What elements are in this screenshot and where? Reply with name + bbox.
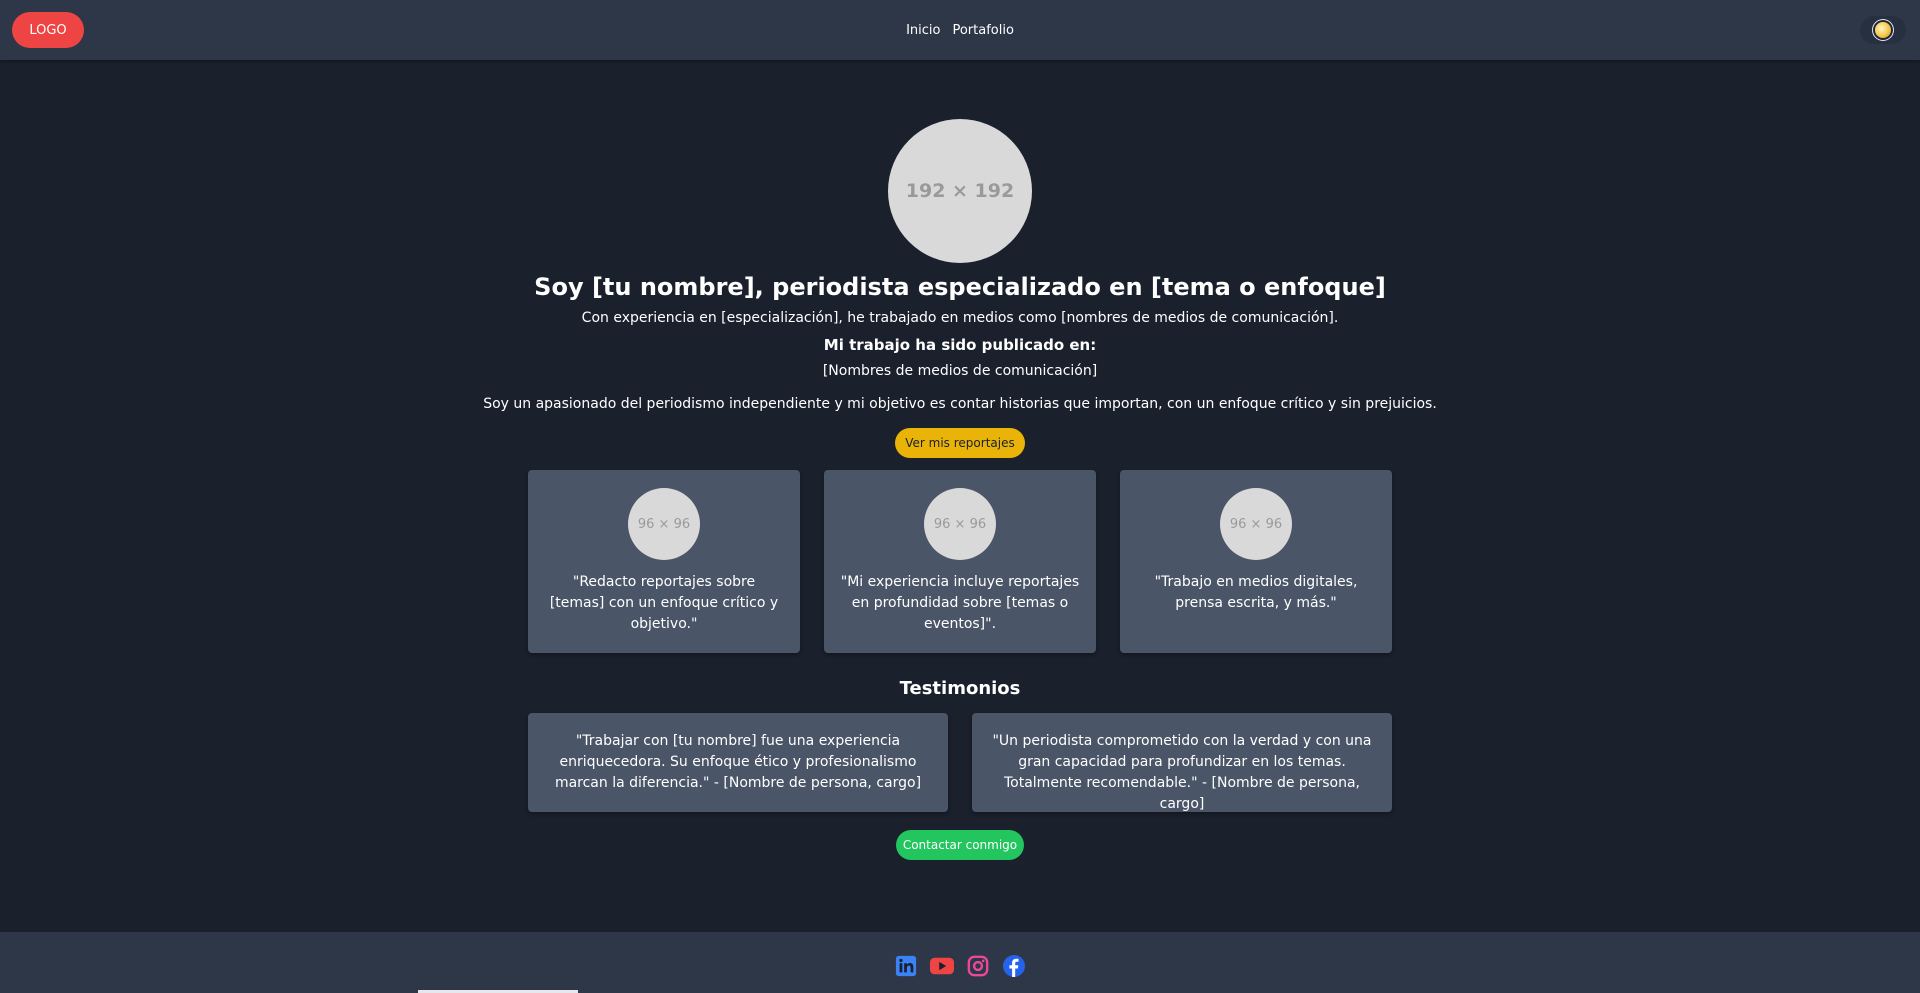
site-header: LOGO Inicio Portafolio: [0, 0, 1920, 60]
published-media-list: [Nombres de medios de comunicación]: [822, 363, 1098, 379]
hero-title: Soy [tu nombre], periodista especializad…: [534, 273, 1386, 301]
nav-link-portafolio[interactable]: Portafolio: [952, 23, 1013, 38]
main-nav: Inicio Portafolio: [0, 0, 1920, 60]
youtube-icon[interactable]: [930, 954, 954, 978]
testimonial-text: "Un periodista comprometido con la verda…: [992, 733, 1372, 812]
testimonial-card: "Un periodista comprometido con la verda…: [972, 713, 1392, 812]
feature-text: "Trabajo en medios digitales, prensa esc…: [1154, 574, 1358, 611]
testimonial-text: "Trabajar con [tu nombre] fue una experi…: [554, 733, 922, 791]
hero-subtitle: Con experiencia en [especialización], he…: [581, 310, 1339, 326]
view-reports-button[interactable]: Ver mis reportajes: [895, 428, 1025, 458]
nav-link-inicio[interactable]: Inicio: [906, 23, 940, 38]
site-footer: [0, 932, 1920, 993]
main-content: 192 × 192 Soy [tu nombre], periodista es…: [0, 60, 1920, 932]
feature-text: "Redacto reportajes sobre [temas] con un…: [549, 574, 779, 632]
feature-text: "Mi experiencia incluye reportajes en pr…: [840, 574, 1080, 632]
sun-icon: [1875, 22, 1891, 38]
hero-description: Soy un apasionado del periodismo indepen…: [483, 396, 1437, 412]
linkedin-icon[interactable]: [894, 954, 918, 978]
feature-image-placeholder: 96 × 96: [628, 488, 700, 560]
facebook-icon[interactable]: [1002, 954, 1026, 978]
social-links: [0, 954, 1920, 978]
feature-card: 96 × 96 "Mi experiencia incluye reportaj…: [824, 470, 1096, 653]
testimonials-title: Testimonios: [899, 678, 1021, 699]
testimonial-card: "Trabajar con [tu nombre] fue una experi…: [528, 713, 948, 812]
published-heading: Mi trabajo ha sido publicado en:: [823, 336, 1097, 354]
feature-card: 96 × 96 "Trabajo en medios digitales, pr…: [1120, 470, 1392, 653]
feature-image-placeholder: 96 × 96: [1220, 488, 1292, 560]
contact-button[interactable]: Contactar conmigo: [896, 830, 1024, 860]
profile-avatar-placeholder: 192 × 192: [888, 119, 1032, 263]
feature-image-placeholder: 96 × 96: [924, 488, 996, 560]
theme-toggle-button[interactable]: [1860, 16, 1906, 44]
instagram-icon[interactable]: [966, 954, 990, 978]
feature-card: 96 × 96 "Redacto reportajes sobre [temas…: [528, 470, 800, 653]
